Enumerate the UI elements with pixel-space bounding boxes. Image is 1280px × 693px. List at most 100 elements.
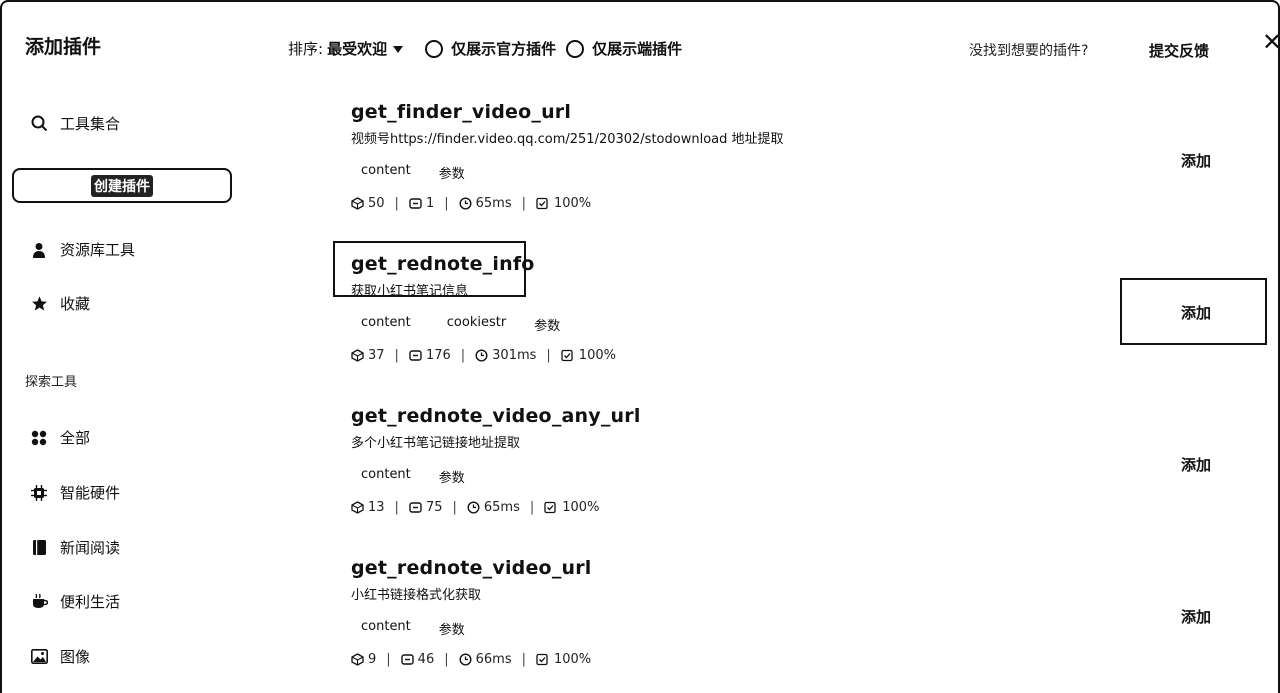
stat-calls: 1 (409, 196, 434, 211)
stat-calls: 176 (409, 348, 451, 363)
sidebar-item-hardware[interactable]: 智能硬件 (30, 482, 120, 503)
plugin-tags: content 参数 (351, 163, 1251, 182)
sidebar-item-label: 新闻阅读 (60, 539, 121, 557)
stat-success: 100% (536, 652, 591, 667)
plugin-tag: content (361, 619, 411, 634)
stat-value: 75 (425, 500, 443, 515)
explore-section-label: 探索工具 (25, 375, 78, 390)
create-plugin-button[interactable]: 创建插件 (12, 168, 232, 203)
sidebar-item-all[interactable]: 全部 (30, 427, 90, 448)
plugin-card[interactable]: get_rednote_video_url 小红书链接格式化获取 content 参数… (351, 557, 1251, 667)
stat-success: 100% (544, 500, 599, 515)
image-icon (30, 648, 48, 666)
stat-separator: | (444, 652, 449, 667)
filter-client-label: 仅展示端插件 (592, 40, 683, 58)
add-plugin-button[interactable]: 添加 (1181, 150, 1211, 171)
check-icon (561, 349, 579, 362)
stat-value: 65ms (483, 500, 520, 515)
stat-separator: | (444, 196, 449, 211)
help-text: 没找到想要的插件? (969, 43, 1089, 59)
sidebar-item-news[interactable]: 新闻阅读 (30, 537, 120, 558)
stat-value: 37 (368, 348, 385, 363)
plugin-card[interactable]: get_finder_video_url 视频号https://finder.vi… (351, 101, 1251, 211)
clock-icon (459, 653, 476, 666)
cube-icon (351, 349, 368, 362)
stat-value: 100% (553, 652, 592, 667)
feedback-link[interactable]: 提交反馈 (1149, 40, 1209, 61)
stat-users: 9 (351, 652, 376, 667)
stat-value: 50 (368, 196, 385, 211)
stat-value: 100% (562, 500, 600, 515)
plugin-tag: 参数 (438, 471, 465, 486)
cube-icon (351, 501, 368, 514)
grid-icon (30, 429, 48, 447)
stat-separator: | (460, 348, 466, 363)
stat-value: 9 (368, 652, 377, 667)
stat-calls: 46 (400, 652, 435, 667)
cube-icon (351, 197, 368, 210)
sidebar-item-label: 智能硬件 (60, 484, 121, 502)
message-icon (409, 197, 426, 210)
plugin-card[interactable]: get_rednote_video_any_url 多个小红书笔记链接地址提取 co… (351, 405, 1251, 515)
sidebar-item-label: 便利生活 (60, 593, 121, 611)
plugin-tag: content (361, 315, 411, 330)
plugin-stats: 13 | 75 | 65ms | 100% (351, 500, 1251, 515)
stat-separator: | (529, 500, 535, 515)
stat-latency: 66ms (459, 652, 512, 667)
filter-official-radio[interactable]: 仅展示官方插件 (425, 38, 556, 59)
sort-dropdown[interactable]: 最受欢迎 (327, 38, 404, 59)
message-icon (400, 653, 418, 666)
radio-icon (566, 39, 585, 58)
stat-separator: | (394, 348, 399, 363)
stat-separator: | (394, 500, 399, 515)
stat-separator: | (386, 652, 391, 667)
add-button-highlight (1120, 278, 1267, 345)
sort-label: 排序: (288, 40, 324, 58)
stat-users: 37 (351, 348, 385, 363)
stat-value: 13 (368, 500, 385, 515)
caret-down-icon (393, 46, 404, 53)
check-icon (544, 501, 562, 514)
stat-users: 50 (351, 196, 385, 211)
highlight-box (333, 241, 526, 297)
plugin-stats: 37 | 176 | 301ms | 100% (351, 348, 1251, 363)
clock-icon (475, 349, 492, 362)
sidebar-item-life[interactable]: 便利生活 (30, 591, 120, 612)
stat-separator: | (394, 196, 399, 211)
message-icon (409, 501, 426, 514)
stat-latency: 301ms (475, 348, 536, 363)
stat-value: 301ms (492, 348, 537, 363)
plugin-name: get_rednote_video_any_url (351, 405, 641, 427)
sidebar-item-label: 全部 (60, 429, 91, 447)
add-plugin-button[interactable]: 添加 (1181, 606, 1211, 627)
sidebar-item-image[interactable]: 图像 (30, 646, 90, 667)
add-plugin-button[interactable]: 添加 (1181, 454, 1211, 475)
sidebar-item-label: 收藏 (60, 295, 91, 313)
user-icon (30, 241, 48, 259)
filter-client-radio[interactable]: 仅展示端插件 (566, 38, 682, 59)
sidebar-item-library[interactable]: 资源库工具 (30, 239, 135, 260)
stat-success: 100% (536, 196, 591, 211)
coffee-icon (30, 593, 48, 611)
sidebar-item-favorites[interactable]: 收藏 (30, 293, 90, 314)
message-icon (409, 349, 426, 362)
plugin-description: 视频号https://finder.video.qq.com/251/20302… (351, 132, 784, 147)
check-icon (536, 197, 554, 210)
plugin-tag: 参数 (438, 167, 465, 182)
stat-calls: 75 (409, 500, 443, 515)
plugin-tag: 参数 (438, 623, 465, 638)
book-icon (30, 539, 48, 557)
plugin-tag: content (361, 467, 411, 482)
plugin-tag: 参数 (534, 319, 561, 334)
close-icon[interactable]: ✕ (1262, 30, 1280, 54)
check-icon (536, 653, 554, 666)
sort-value: 最受欢迎 (327, 40, 388, 58)
toolbar: 排序: 最受欢迎 仅展示官方插件 仅展示端插件 (288, 38, 682, 59)
search-icon (30, 115, 48, 133)
stat-separator: | (521, 652, 526, 667)
stat-value: 46 (417, 652, 435, 667)
stat-value: 176 (425, 348, 451, 363)
stat-latency: 65ms (467, 500, 520, 515)
sidebar-search[interactable]: 工具集合 (30, 113, 120, 134)
filter-official-label: 仅展示官方插件 (451, 40, 557, 58)
